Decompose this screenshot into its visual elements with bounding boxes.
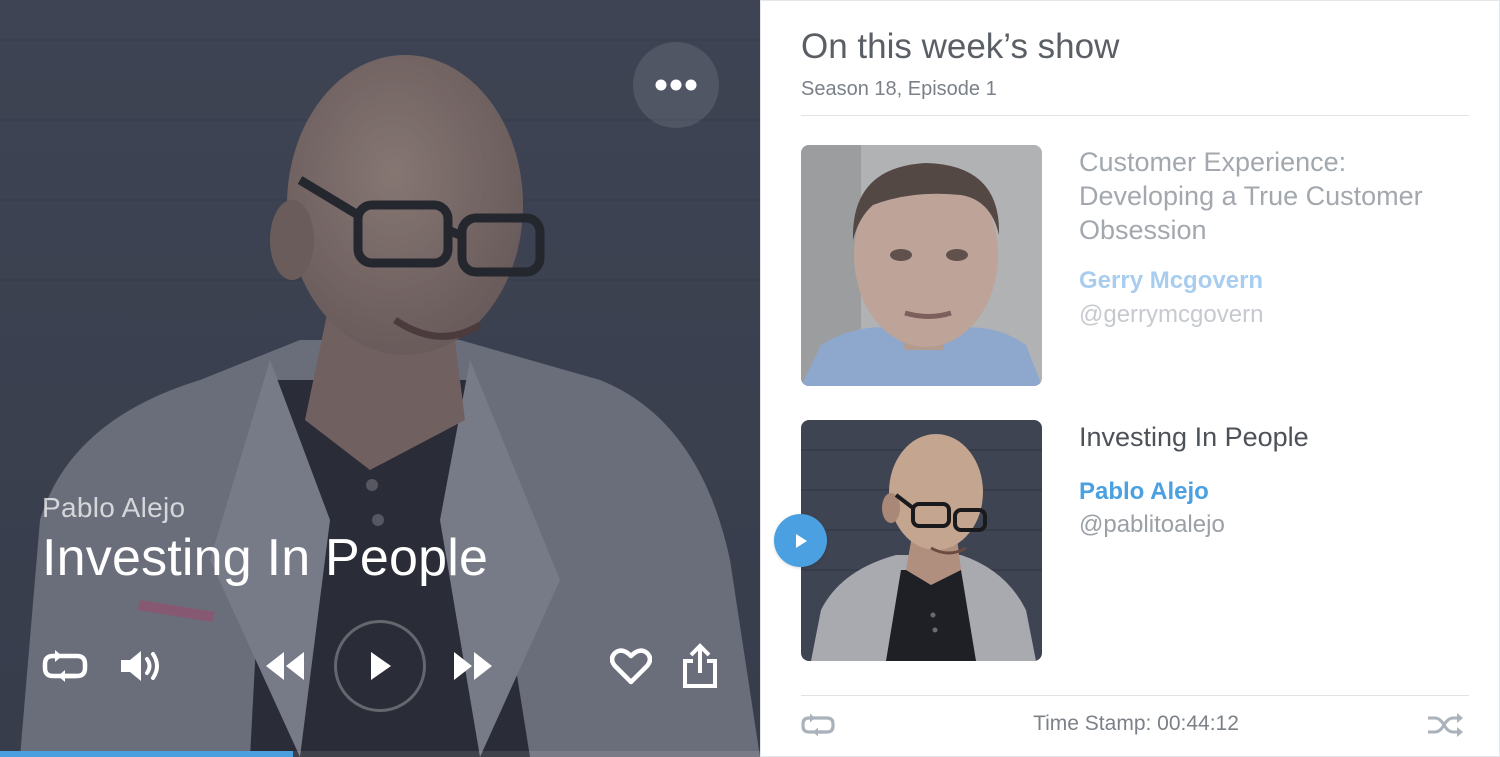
episode-item-customer-experience[interactable]: Customer Experience: Developing a True C…	[801, 145, 1469, 387]
favorite-button[interactable]	[608, 644, 654, 688]
more-icon	[655, 79, 697, 91]
now-playing-panel: Pablo Alejo Investing In People	[0, 0, 760, 757]
shuffle-icon	[1428, 713, 1463, 737]
guest-photo	[801, 420, 1042, 661]
now-playing-title: Investing In People	[42, 529, 489, 587]
now-playing-artist: Pablo Alejo	[42, 492, 186, 523]
repeat-button[interactable]	[40, 646, 90, 686]
share-icon	[683, 643, 717, 688]
divider	[801, 115, 1469, 116]
repeat-icon	[801, 713, 835, 737]
episode-play-button[interactable]	[774, 514, 827, 567]
volume-icon	[121, 651, 159, 681]
episode-title: Customer Experience: Developing a True C…	[1079, 147, 1423, 245]
volume-button[interactable]	[118, 646, 164, 686]
fast-forward-icon	[454, 652, 492, 680]
episode-guest-name: Pablo Alejo	[1079, 478, 1209, 505]
episode-thumbnail	[801, 420, 1042, 661]
repeat-icon	[42, 650, 88, 682]
fast-forward-button[interactable]	[450, 646, 496, 686]
show-panel: On this week’s show Season 18, Episode 1	[760, 0, 1500, 757]
progress-fill	[0, 751, 293, 757]
episode-guest-handle: @gerrymcgovern	[1079, 301, 1264, 328]
rewind-button[interactable]	[262, 646, 308, 686]
episode-item-investing-in-people[interactable]: Investing In People Pablo Alejo @pablito…	[801, 420, 1469, 662]
podcast-app: Pablo Alejo Investing In People On this …	[0, 0, 1500, 757]
footer-repeat-button[interactable]	[799, 709, 837, 741]
timestamp-label: Time Stamp: 00:44:12	[1033, 712, 1239, 735]
play-button[interactable]	[334, 620, 426, 712]
episode-thumbnail	[801, 145, 1042, 386]
episode-title: Investing In People	[1079, 422, 1309, 452]
guest-photo	[801, 145, 1042, 386]
rewind-icon	[266, 652, 304, 680]
episode-guest-handle: @pablitoalejo	[1079, 511, 1225, 538]
play-icon	[371, 652, 391, 680]
show-heading: On this week’s show	[801, 27, 1120, 66]
episode-guest-name: Gerry Mcgovern	[1079, 267, 1264, 294]
play-icon	[795, 533, 807, 548]
season-episode-label: Season 18, Episode 1	[801, 78, 997, 100]
progress-bar[interactable]	[0, 751, 760, 757]
more-options-button[interactable]	[633, 42, 719, 128]
share-button[interactable]	[680, 642, 720, 690]
heart-icon	[610, 648, 652, 685]
divider	[801, 695, 1469, 696]
shuffle-button[interactable]	[1423, 707, 1467, 743]
